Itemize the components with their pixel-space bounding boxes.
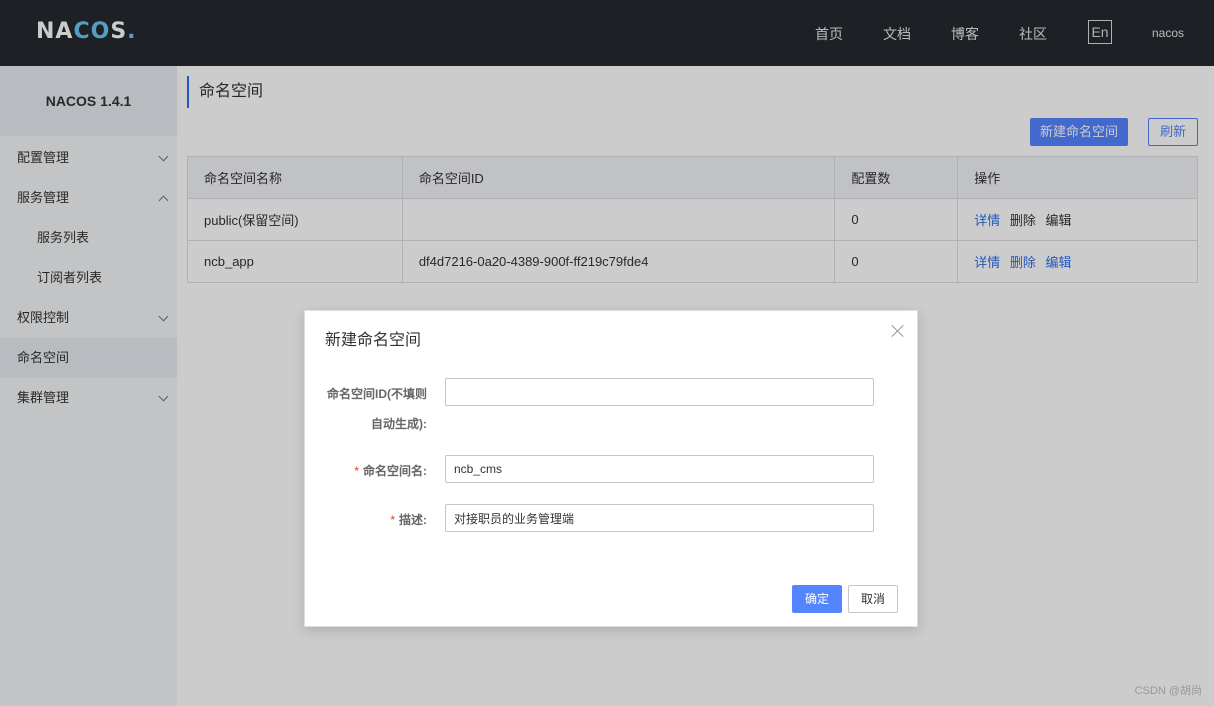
namespace-name-label-text: 命名空间名: <box>363 464 427 478</box>
required-mark: * <box>354 464 359 478</box>
namespace-id-label-line1: 命名空间ID(不填则 <box>327 387 427 401</box>
description-label-text: 描述: <box>399 513 427 527</box>
description-input[interactable] <box>445 504 874 532</box>
new-namespace-dialog: 新建命名空间 命名空间ID(不填则 自动生成): * 命名空间名: * 描述: 确定… <box>304 310 918 627</box>
description-label: * 描述: <box>390 511 427 528</box>
namespace-id-input[interactable] <box>445 378 874 406</box>
dialog-title: 新建命名空间 <box>325 332 422 349</box>
namespace-id-label-line2: 自动生成): <box>371 417 427 431</box>
close-icon[interactable] <box>890 323 906 339</box>
watermark: CSDN @胡尚 <box>1134 685 1202 697</box>
cancel-button[interactable]: 取消 <box>848 585 898 613</box>
namespace-name-input[interactable] <box>445 455 874 483</box>
namespace-id-label: 命名空间ID(不填则 自动生成): <box>327 385 427 432</box>
confirm-button[interactable]: 确定 <box>792 585 842 613</box>
required-mark: * <box>390 513 395 527</box>
namespace-name-label: * 命名空间名: <box>354 462 427 479</box>
